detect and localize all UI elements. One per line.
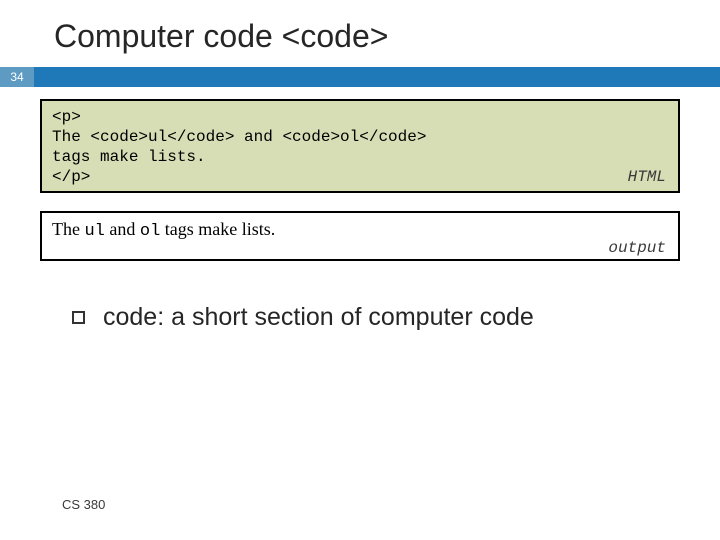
output-text: The bbox=[52, 219, 84, 239]
footer-course: CS 380 bbox=[62, 497, 105, 512]
output-text: tags make lists. bbox=[160, 219, 275, 239]
output-block: The ul and ol tags make lists. output bbox=[40, 211, 680, 261]
slide-title: Computer code <code> bbox=[0, 0, 720, 67]
output-label: output bbox=[608, 239, 666, 257]
output-text: and bbox=[105, 219, 140, 239]
code-line: tags make lists. bbox=[52, 147, 668, 167]
bullet-icon bbox=[72, 311, 85, 324]
code-line: </p> bbox=[52, 167, 668, 187]
code-line: The <code>ul</code> and <code>ol</code> bbox=[52, 127, 668, 147]
list-item: code: a short section of computer code bbox=[72, 303, 720, 332]
code-language-label: HTML bbox=[628, 167, 666, 187]
header-bar: 34 bbox=[0, 67, 720, 87]
slide-number: 34 bbox=[0, 67, 34, 87]
bullet-text: code: a short section of computer code bbox=[103, 303, 534, 332]
output-code: ol bbox=[140, 222, 160, 241]
code-block: <p> The <code>ul</code> and <code>ol</co… bbox=[40, 99, 680, 193]
output-code: ul bbox=[84, 222, 104, 241]
code-line: <p> bbox=[52, 107, 668, 127]
bullet-list: code: a short section of computer code bbox=[72, 303, 720, 332]
